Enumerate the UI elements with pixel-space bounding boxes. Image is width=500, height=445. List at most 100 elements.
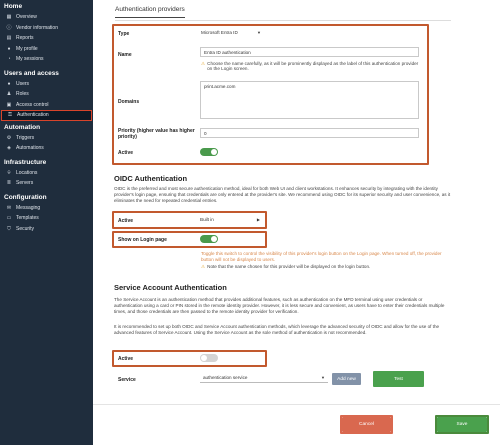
sidebar-item-label: Vendor information xyxy=(16,24,58,31)
warning-icon: ⚠ xyxy=(201,61,206,66)
type-label: Type xyxy=(118,31,130,37)
chevron-down-icon: ▼ xyxy=(257,29,261,35)
user-icon: ● xyxy=(7,80,11,87)
sidebar-item-overview[interactable]: ▦ Overview xyxy=(0,12,93,23)
login-page-label: Show on Login page xyxy=(118,237,167,243)
name-warning-text: Choose the name carefully, as it will be… xyxy=(207,61,419,71)
sidebar-item-label: Authentication xyxy=(17,112,49,119)
toggle-knob xyxy=(201,355,207,361)
oidc-active-select[interactable]: Built in ▶ xyxy=(197,214,263,224)
service-description-1: The Service Account is an authentication… xyxy=(114,297,445,314)
sidebar-item-automations[interactable]: ◈ Automations xyxy=(0,143,93,154)
sidebar-item-security[interactable]: ⛉ Security xyxy=(0,224,93,235)
service-description-2: It is recommended to set up both OIDC an… xyxy=(114,324,440,335)
info-icon: ⓘ xyxy=(6,25,12,32)
sidebar-item-servers[interactable]: ≣ Servers xyxy=(0,178,93,189)
service-active-label: Active xyxy=(118,356,134,362)
sidebar: Home ▦ Overview ⓘ Vendor information ▤ Repo… xyxy=(0,0,93,445)
sidebar-item-label: Overview xyxy=(16,14,37,21)
active-toggle[interactable] xyxy=(200,148,218,156)
service-select[interactable]: authentication service ▼ xyxy=(200,373,328,383)
test-button[interactable]: Test xyxy=(373,371,424,387)
message-icon: ✉ xyxy=(6,204,12,211)
login-page-help: Toggle this switch to control the visibi… xyxy=(201,251,442,262)
sidebar-item-label: Access control xyxy=(16,101,49,108)
grid-icon: ▦ xyxy=(6,14,12,21)
login-page-warning: ⚠ Note that the name chosen for this pro… xyxy=(201,264,451,270)
type-select[interactable]: Microsoft Entra ID ▼ xyxy=(198,27,264,37)
tab-authentication-providers[interactable]: Authentication providers xyxy=(115,6,185,18)
sidebar-item-messaging[interactable]: ✉ Messaging xyxy=(0,203,93,214)
active-label: Active xyxy=(118,150,134,156)
sidebar-section-automation: Automation xyxy=(4,123,41,131)
name-field[interactable]: Entra ID authentication xyxy=(200,47,419,57)
chevron-down-icon: ▼ xyxy=(321,375,325,380)
sidebar-section-configuration: Configuration xyxy=(4,193,47,201)
sidebar-item-locations[interactable]: ⌾ Locations xyxy=(0,168,93,179)
user-icon: ● xyxy=(7,45,11,52)
chevron-right-icon: ▶ xyxy=(256,216,260,222)
sidebar-item-label: Templates xyxy=(16,215,39,222)
sidebar-item-reports[interactable]: ▤ Reports xyxy=(0,33,93,44)
sidebar-item-label: Users xyxy=(16,80,30,87)
name-field-value: Entra ID authentication xyxy=(204,49,251,55)
add-new-button[interactable]: Add new xyxy=(332,373,361,385)
main-content: Authentication providers Type Microsoft … xyxy=(93,0,500,445)
sidebar-item-label: Reports xyxy=(16,35,34,42)
shield-icon: ⛉ xyxy=(7,225,11,232)
priority-field[interactable]: 0 xyxy=(200,128,419,138)
priority-value: 0 xyxy=(204,130,207,136)
sidebar-item-vendor-information[interactable]: ⓘ Vendor information xyxy=(0,23,93,34)
clock-icon: ◔ xyxy=(7,56,11,63)
sidebar-item-label: Security xyxy=(16,225,35,232)
domains-value: print.acme.com xyxy=(204,84,236,89)
gear-icon: ⚙ xyxy=(6,134,12,141)
sidebar-item-triggers[interactable]: ⚙ Triggers xyxy=(0,133,93,144)
footer-divider xyxy=(93,404,500,405)
key-icon: ⚿ xyxy=(8,112,12,119)
type-select-value: Microsoft Entra ID xyxy=(201,29,238,35)
service-active-toggle[interactable] xyxy=(200,354,218,362)
tab-divider xyxy=(115,20,451,21)
priority-label: Priority (higher value has higher priori… xyxy=(118,128,195,140)
toggle-knob xyxy=(211,236,217,242)
sidebar-item-label: Triggers xyxy=(16,134,35,141)
sidebar-item-label: My sessions xyxy=(16,56,44,63)
pin-icon: ⌾ xyxy=(7,169,11,176)
service-active-highlight xyxy=(112,350,267,367)
robot-icon: ◈ xyxy=(7,145,11,152)
sidebar-item-users[interactable]: ● Users xyxy=(0,79,93,90)
sidebar-item-label: My profile xyxy=(16,45,38,52)
template-icon: ▭ xyxy=(6,215,12,222)
login-page-toggle[interactable] xyxy=(200,235,218,243)
service-select-value: authentication service xyxy=(203,375,248,380)
domains-label: Domains xyxy=(118,99,140,105)
sidebar-section-users-and-access: Users and access xyxy=(4,69,59,77)
sidebar-item-my-sessions[interactable]: ◔ My sessions xyxy=(0,54,93,65)
roles-icon: ♟ xyxy=(6,91,12,98)
sidebar-item-label: Automations xyxy=(16,145,44,152)
sidebar-item-label: Servers xyxy=(16,180,34,187)
save-button[interactable]: Save xyxy=(437,417,487,432)
sidebar-item-label: Locations xyxy=(16,169,38,176)
oidc-active-label: Active xyxy=(118,218,134,224)
name-label: Name xyxy=(118,52,132,58)
oidc-active-value: Built in xyxy=(200,216,214,222)
sidebar-section-infrastructure: Infrastructure xyxy=(4,158,47,166)
service-label: Service xyxy=(118,377,136,383)
toggle-knob xyxy=(211,149,217,155)
cancel-button[interactable]: Cancel xyxy=(342,417,391,432)
oidc-description: OIDC is the preferred and most secure au… xyxy=(114,186,451,203)
warning-icon: ⚠ xyxy=(201,264,206,269)
sidebar-item-my-profile[interactable]: ● My profile xyxy=(0,44,93,55)
sidebar-item-access-control[interactable]: ▣ Access control xyxy=(0,100,93,111)
domains-textarea[interactable]: print.acme.com xyxy=(200,81,419,119)
sidebar-item-authentication[interactable]: ⚿ Authentication xyxy=(1,110,92,121)
login-page-warning-text: Note that the name chosen for this provi… xyxy=(207,264,371,269)
oidc-title: OIDC Authentication xyxy=(114,174,188,183)
sidebar-item-roles[interactable]: ♟ Roles xyxy=(0,89,93,100)
sidebar-item-label: Messaging xyxy=(16,204,41,211)
server-icon: ≣ xyxy=(6,180,12,187)
sidebar-item-templates[interactable]: ▭ Templates xyxy=(0,213,93,224)
sidebar-section-home: Home xyxy=(4,3,23,10)
